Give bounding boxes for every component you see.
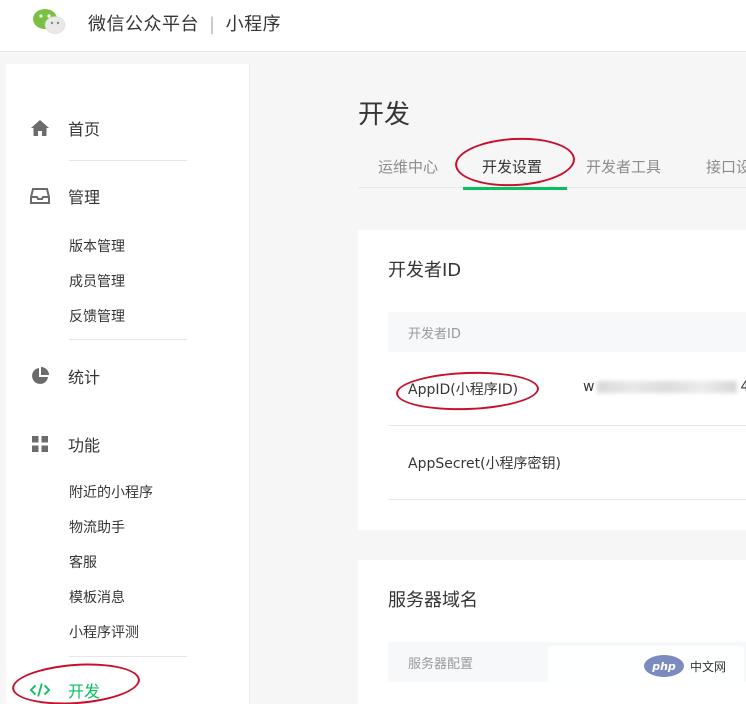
appid-value[interactable]: w4 bbox=[583, 379, 746, 395]
main-content: 开发 运维中心 开发设置 开发者工具 接口设 开发者ID 开发者ID AppID… bbox=[250, 64, 746, 704]
redacted-value bbox=[597, 381, 738, 393]
tab-ops-center[interactable]: 运维中心 bbox=[378, 156, 438, 177]
server-domain-title: 服务器域名 bbox=[388, 590, 478, 611]
divider bbox=[69, 339, 187, 340]
pie-chart-icon bbox=[30, 366, 50, 386]
tab-dev-settings[interactable]: 开发设置 bbox=[482, 156, 542, 177]
tab-dev-tools[interactable]: 开发者工具 bbox=[586, 156, 661, 177]
sidebar-item-nearby-miniprogram[interactable]: 附近的小程序 bbox=[69, 482, 153, 502]
home-icon bbox=[30, 118, 50, 138]
sidebar-item-miniprogram-review[interactable]: 小程序评测 bbox=[69, 622, 139, 642]
sidebar-item-member-manage[interactable]: 成员管理 bbox=[69, 271, 125, 291]
table-row-appid: AppID(小程序ID) w4 bbox=[388, 352, 746, 426]
sidebar-item-logistics-helper[interactable]: 物流助手 bbox=[69, 517, 125, 537]
developer-id-table-header: 开发者ID bbox=[388, 312, 746, 352]
sidebar: 首页 管理 版本管理 成员管理 反馈管理 统计 功能 附近的小程序 物流助手 客… bbox=[6, 64, 250, 704]
appid-label: AppID(小程序ID) bbox=[408, 382, 519, 398]
sidebar-item-customer-service[interactable]: 客服 bbox=[69, 552, 97, 572]
sidebar-item-template-message[interactable]: 模板消息 bbox=[69, 587, 125, 607]
sidebar-item-features[interactable]: 功能 bbox=[30, 432, 100, 456]
developer-id-title: 开发者ID bbox=[388, 260, 462, 281]
php-logo: php bbox=[644, 655, 684, 677]
divider bbox=[69, 160, 187, 161]
top-bar: 微信公众平台 | 小程序 bbox=[0, 0, 746, 52]
sidebar-item-version-manage[interactable]: 版本管理 bbox=[69, 236, 125, 256]
grid-icon bbox=[30, 434, 50, 454]
sidebar-item-dev[interactable]: 开发 bbox=[30, 678, 100, 702]
developer-id-card: 开发者ID 开发者ID AppID(小程序ID) w4 AppSecret(小程… bbox=[358, 230, 746, 530]
brand-title[interactable]: 微信公众平台 | 小程序 bbox=[88, 10, 281, 36]
wechat-logo-icon bbox=[33, 9, 66, 34]
sidebar-item-feedback-manage[interactable]: 反馈管理 bbox=[69, 306, 125, 326]
page-title: 开发 bbox=[358, 100, 411, 130]
watermark: php 中文网 bbox=[548, 646, 744, 686]
tab-bar: 运维中心 开发设置 开发者工具 接口设 bbox=[358, 152, 746, 188]
active-tab-indicator bbox=[463, 187, 567, 190]
table-row-appsecret: AppSecret(小程序密钥) bbox=[388, 426, 746, 500]
code-icon bbox=[30, 680, 50, 700]
inbox-icon bbox=[30, 186, 50, 206]
divider bbox=[69, 656, 187, 657]
appsecret-label: AppSecret(小程序密钥) bbox=[408, 456, 562, 472]
sidebar-item-manage[interactable]: 管理 bbox=[30, 184, 100, 208]
tab-api-settings[interactable]: 接口设 bbox=[706, 156, 746, 177]
sidebar-item-stats[interactable]: 统计 bbox=[30, 364, 100, 388]
sidebar-item-home[interactable]: 首页 bbox=[30, 116, 100, 140]
